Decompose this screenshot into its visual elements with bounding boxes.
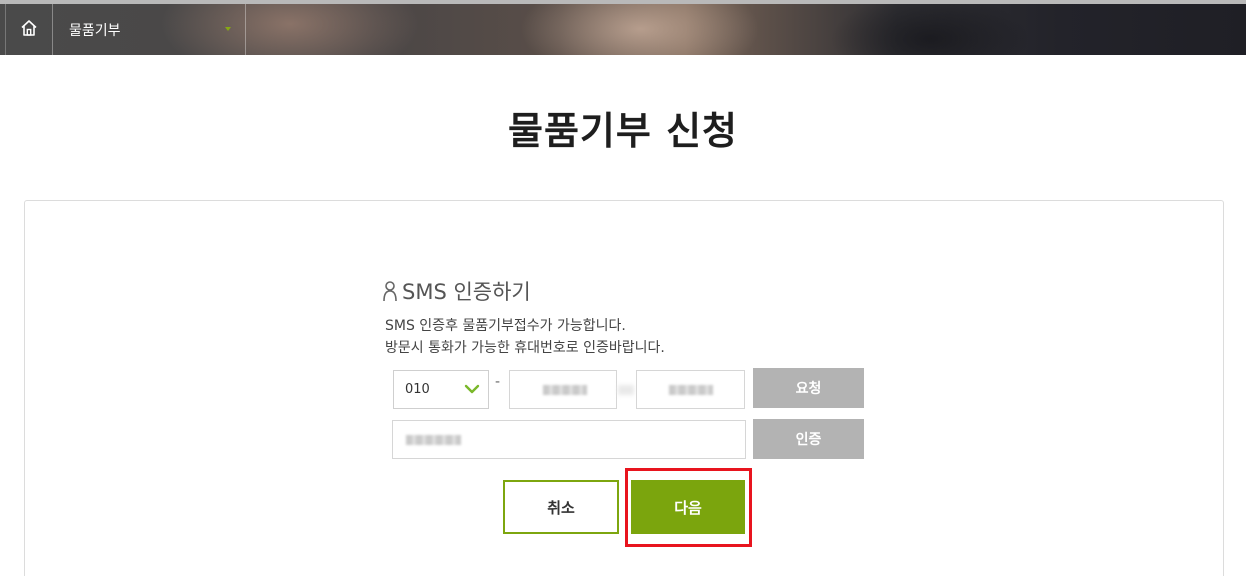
phone-separator: - — [495, 374, 501, 390]
request-code-button[interactable]: 요청 — [753, 368, 864, 408]
person-icon — [382, 280, 398, 302]
home-button[interactable] — [5, 4, 53, 55]
banner-decoration — [520, 4, 760, 55]
sms-description-line-2: 방문시 통화가 가능한 휴대번호로 인증바랍니다. — [385, 340, 665, 356]
redacted-value — [543, 385, 587, 395]
category-dropdown-label: 물품기부 — [69, 22, 121, 39]
caret-down-icon — [225, 27, 231, 31]
chevron-down-icon — [464, 382, 480, 400]
phone-middle-input[interactable] — [509, 370, 617, 409]
cancel-button[interactable]: 취소 — [503, 480, 619, 534]
home-icon — [19, 18, 39, 42]
next-button[interactable]: 다음 — [631, 480, 745, 534]
redacted-value — [406, 435, 461, 445]
category-dropdown[interactable]: 물품기부 — [54, 4, 246, 55]
sms-heading: SMS 인증하기 — [382, 276, 531, 306]
phone-last-input[interactable] — [636, 370, 745, 409]
phone-prefix-value: 010 — [405, 382, 430, 397]
sms-heading-text: SMS 인증하기 — [402, 280, 531, 304]
phone-prefix-select[interactable]: 010 — [393, 370, 489, 409]
verify-code-button[interactable]: 인증 — [753, 419, 864, 459]
page-title: 물품기부 신청 — [508, 109, 738, 153]
sms-description-line-1: SMS 인증후 물품기부접수가 가능합니다. — [385, 318, 626, 334]
banner-decoration — [830, 4, 1030, 55]
verification-code-input[interactable] — [392, 420, 746, 459]
redacted-value — [618, 385, 634, 395]
redacted-value — [669, 385, 713, 395]
